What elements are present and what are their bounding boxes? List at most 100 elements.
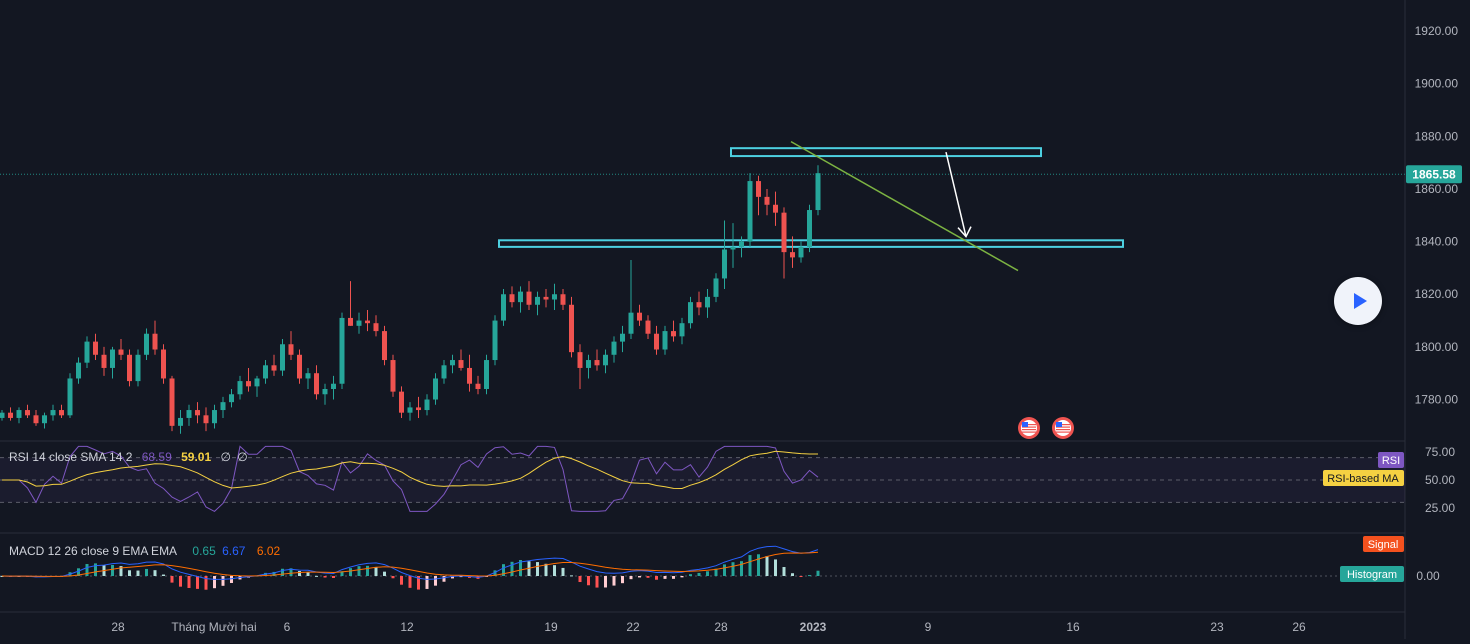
candle: [509, 286, 515, 308]
candle: [467, 354, 472, 392]
candle: [450, 354, 455, 374]
candle-body: [254, 378, 260, 387]
candle: [178, 410, 183, 434]
macd-histogram-bar: [706, 571, 709, 576]
macd-histogram-bar: [612, 576, 616, 586]
time-tick-label: 2023: [800, 620, 827, 634]
macd-histogram-bar: [697, 572, 701, 576]
candle: [118, 338, 124, 361]
macd-histogram-bar: [357, 566, 361, 576]
candle: [475, 375, 481, 395]
macd-histogram-bar: [604, 576, 607, 588]
macd-histogram-bar: [561, 567, 565, 576]
rsi-label: RSI 14 close SMA 14 2: [9, 450, 133, 464]
candle: [76, 357, 81, 384]
candle-body: [815, 173, 821, 211]
macd-histogram-bar: [153, 570, 157, 576]
candle-body: [0, 412, 5, 418]
candle-body: [305, 373, 311, 379]
macd-histogram-bar: [655, 576, 658, 580]
macd-label: MACD 12 26 close 9 EMA EMA: [9, 544, 178, 558]
trading-chart[interactable]: 1920.00 1900.00 1880.00 1860.00 1840.00 1820.…: [0, 0, 1470, 639]
candle-body: [237, 381, 243, 395]
time-tick-label: 6: [284, 620, 291, 634]
macd-histogram-bar: [748, 555, 752, 576]
candle: [356, 312, 362, 334]
candle: [764, 188, 770, 216]
candle: [696, 291, 702, 316]
rsi-tick-label: 25.00: [1425, 501, 1455, 515]
candle-body: [118, 349, 124, 355]
candle-body: [807, 210, 812, 247]
candle: [67, 373, 73, 418]
candle: [577, 344, 583, 389]
candle-body: [110, 349, 115, 368]
trendline: [790, 140, 1019, 272]
time-tick-label: 22: [626, 620, 640, 634]
macd-histogram-bar: [816, 570, 820, 576]
candle: [152, 320, 158, 355]
candle-body: [263, 365, 268, 379]
candle-body: [399, 391, 404, 413]
candle-body: [127, 354, 132, 382]
macd-histogram-bar: [799, 576, 803, 577]
candle-body: [169, 378, 175, 426]
macd-histogram-bar: [629, 576, 633, 580]
candle-body: [152, 333, 158, 350]
candle-body: [450, 360, 455, 366]
macd-histogram-bar: [374, 567, 378, 576]
candle-body: [297, 354, 302, 379]
candle-body: [280, 344, 285, 371]
candle-body: [484, 360, 489, 389]
macd-histogram-bar: [332, 576, 335, 579]
candle: [671, 320, 676, 342]
candle: [526, 281, 532, 311]
rsi-legend: RSI 14 close SMA 14 2 68.59 59.01 ∅ ∅: [9, 450, 254, 464]
candle-body: [637, 312, 642, 321]
candle-body: [569, 304, 574, 353]
candle: [807, 204, 812, 253]
candle-body: [645, 320, 651, 334]
last-price-label: 1865.58: [1412, 167, 1456, 181]
candle: [603, 349, 608, 374]
candle: [628, 260, 634, 339]
candle-body: [441, 365, 447, 379]
candle: [773, 191, 778, 226]
macd-histogram-bar: [731, 562, 735, 576]
candle: [33, 410, 39, 426]
candle: [25, 404, 30, 418]
candle-body: [713, 278, 719, 297]
macd-histogram-bar: [646, 576, 650, 578]
candle: [756, 175, 761, 216]
candle-body: [535, 296, 540, 305]
flag-stripe: [1056, 429, 1070, 431]
candle: [339, 312, 345, 389]
macd-histogram-bar: [349, 568, 352, 576]
candle: [373, 315, 379, 337]
time-tick-label: 16: [1066, 620, 1080, 634]
candle-body: [373, 323, 379, 332]
play-button[interactable]: [1334, 277, 1382, 325]
candle: [263, 360, 268, 384]
macd-histogram-bar: [782, 567, 786, 576]
candle: [110, 346, 115, 379]
candle: [552, 283, 557, 311]
candle-body: [526, 291, 532, 305]
candle-body: [101, 354, 107, 368]
candle-body: [773, 204, 778, 213]
candle-body: [229, 394, 234, 403]
candle-body: [586, 360, 591, 368]
time-tick-label: Tháng Mười hai: [171, 620, 256, 634]
candle-body: [458, 360, 464, 368]
candle-body: [50, 410, 56, 416]
macd-histogram-bar: [162, 574, 165, 576]
macd-histogram-bar: [442, 576, 446, 582]
candle-body: [552, 294, 557, 300]
macd-histogram-bar: [757, 554, 760, 576]
candle-body: [322, 388, 328, 395]
candle: [747, 173, 753, 247]
candle-body: [790, 252, 795, 258]
candle: [705, 288, 710, 318]
candle: [254, 375, 260, 397]
candle-body: [195, 410, 200, 416]
